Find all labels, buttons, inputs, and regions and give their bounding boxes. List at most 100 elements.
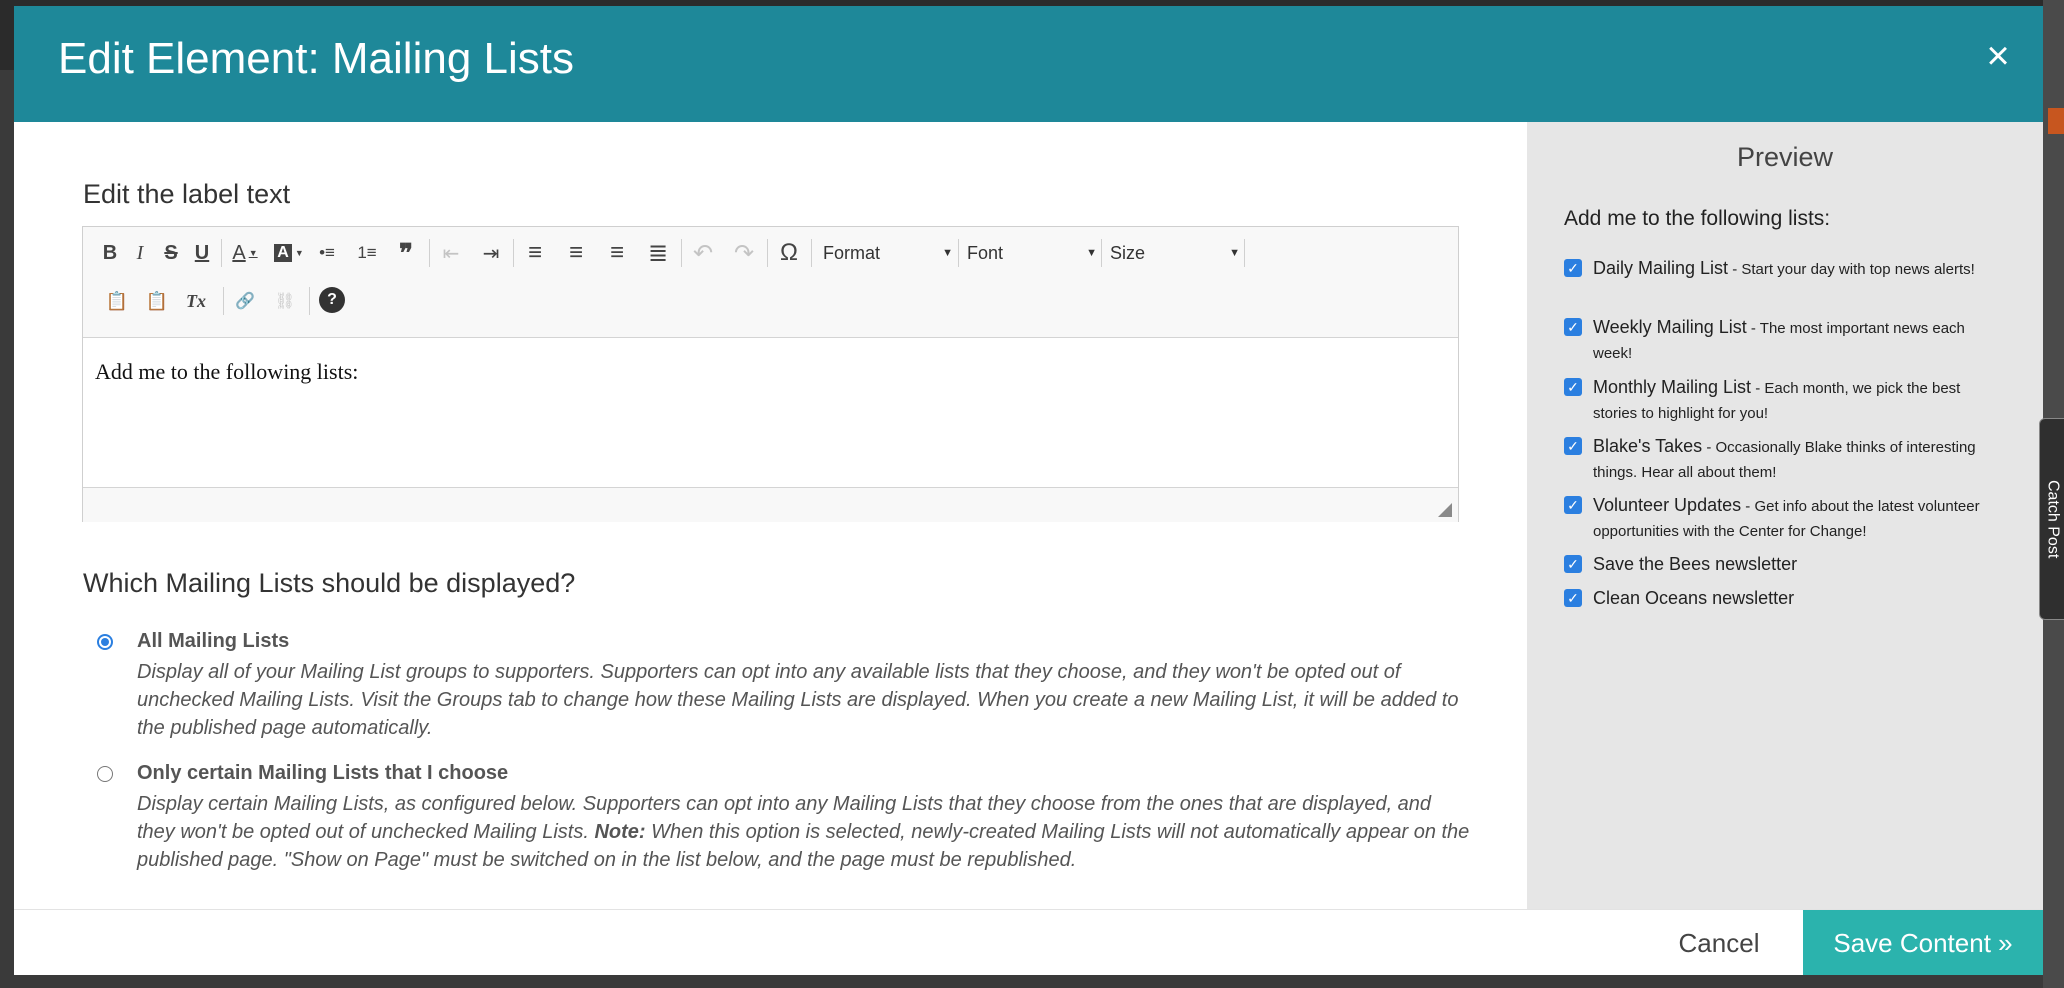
link-button[interactable]: 🔗: [229, 285, 261, 317]
modal-footer: Cancel Save Content »: [14, 909, 2043, 975]
blockquote-button[interactable]: ❞: [390, 237, 422, 269]
help-button[interactable]: ?: [319, 287, 345, 313]
option-title: All Mailing Lists: [137, 630, 290, 652]
side-tab-label: Catch Post: [2044, 479, 2062, 559]
format-dropdown[interactable]: Format ▼: [823, 237, 953, 269]
outdent-icon: ⇤: [442, 242, 460, 265]
checkbox-checked-icon[interactable]: ✓: [1564, 496, 1582, 514]
strikethrough-icon: S: [164, 241, 178, 264]
toolbar-separator: [221, 239, 222, 267]
radio-certain-mailing-lists[interactable]: [97, 766, 113, 782]
bold-button[interactable]: B: [97, 237, 123, 269]
align-left-button[interactable]: ≡: [519, 237, 551, 269]
redo-button[interactable]: ↷: [728, 237, 760, 269]
chevron-down-icon: ▼: [248, 248, 258, 258]
underline-button[interactable]: U: [189, 237, 215, 269]
font-dropdown[interactable]: Font ▼: [967, 237, 1097, 269]
blockquote-icon: ❞: [399, 237, 413, 268]
align-right-icon: ≡: [609, 239, 624, 266]
preview-panel: Preview Add me to the following lists: ✓…: [1527, 122, 2043, 909]
edit-element-modal: Edit Element: Mailing Lists × Edit the l…: [14, 6, 2043, 975]
close-icon[interactable]: ×: [1978, 36, 2018, 76]
toolbar-separator: [513, 239, 514, 267]
toolbar-separator: [811, 239, 812, 267]
paste-text-icon: 📋: [105, 290, 129, 311]
option-description: Display certain Mailing Lists, as config…: [137, 790, 1472, 874]
list-name: Daily Mailing List: [1593, 258, 1729, 278]
resize-handle-icon[interactable]: [1438, 503, 1452, 517]
preview-title: Preview: [1736, 142, 1834, 172]
font-dropdown-label: Font: [967, 242, 1004, 263]
unlink-icon: ⛓: [274, 293, 296, 310]
checkbox-checked-icon[interactable]: ✓: [1564, 259, 1582, 277]
bg-color-button[interactable]: A ▼: [271, 237, 307, 269]
save-content-button[interactable]: Save Content »: [1803, 910, 2043, 975]
chevron-down-icon: ▼: [294, 248, 304, 258]
editor-toolbar: B I S U A ▼ A ▼ •≡ 1≡ ❞ ⇤ ⇥ ≡ ≡ ≡ ≣ ↶ ↷ …: [83, 227, 1458, 338]
bulleted-list-icon: •≡: [319, 243, 335, 262]
justify-icon: ≣: [647, 239, 669, 267]
toolbar-separator: [309, 287, 310, 315]
checkbox-checked-icon[interactable]: ✓: [1564, 378, 1582, 396]
indent-icon: ⇥: [482, 242, 500, 265]
toolbar-separator: [1244, 239, 1245, 267]
paste-word-button[interactable]: 📋: [141, 285, 173, 317]
note-label: Note:: [594, 821, 646, 843]
numbered-list-button[interactable]: 1≡: [351, 237, 383, 269]
list-name: Clean Oceans newsletter: [1593, 588, 1795, 608]
checkbox-checked-icon[interactable]: ✓: [1564, 589, 1582, 607]
indent-button[interactable]: ⇥: [475, 237, 507, 269]
omega-icon: Ω: [780, 239, 798, 266]
rich-text-editor: B I S U A ▼ A ▼ •≡ 1≡ ❞ ⇤ ⇥ ≡ ≡ ≡ ≣ ↶ ↷ …: [82, 226, 1459, 522]
undo-button[interactable]: ↶: [687, 237, 719, 269]
remove-format-button[interactable]: Tx: [179, 285, 213, 317]
list-name: Volunteer Updates: [1593, 495, 1742, 515]
unlink-button[interactable]: ⛓: [269, 285, 301, 317]
italic-button[interactable]: I: [127, 237, 153, 269]
list-name: Weekly Mailing List: [1593, 317, 1747, 337]
editor-status-bar: [83, 487, 1458, 522]
outdent-button[interactable]: ⇤: [435, 237, 467, 269]
checkbox-checked-icon[interactable]: ✓: [1564, 437, 1582, 455]
list-description: - Start your day with top news alerts!: [1728, 261, 1975, 278]
checkbox-checked-icon[interactable]: ✓: [1564, 555, 1582, 573]
bulleted-list-button[interactable]: •≡: [311, 237, 343, 269]
modal-title: Edit Element: Mailing Lists: [58, 34, 574, 83]
align-center-icon: ≡: [568, 239, 583, 266]
justify-button[interactable]: ≣: [642, 237, 674, 269]
special-char-button[interactable]: Ω: [773, 237, 805, 269]
toolbar-separator: [1101, 239, 1102, 267]
toolbar-separator: [681, 239, 682, 267]
option-title: Only certain Mailing Lists that I choose: [137, 762, 509, 784]
link-icon: 🔗: [235, 293, 255, 310]
editor-content-area[interactable]: Add me to the following lists:: [83, 337, 1458, 487]
strikethrough-button[interactable]: S: [158, 237, 184, 269]
align-right-button[interactable]: ≡: [601, 237, 633, 269]
text-color-icon: A: [232, 241, 246, 264]
preview-lead-text: Add me to the following lists:: [1564, 207, 1831, 230]
size-dropdown[interactable]: Size ▼: [1110, 237, 1240, 269]
numbered-list-icon: 1≡: [357, 243, 377, 262]
side-tab[interactable]: Catch Post: [2039, 418, 2064, 620]
checkbox-checked-icon[interactable]: ✓: [1564, 318, 1582, 336]
toolbar-separator: [958, 239, 959, 267]
chevron-down-icon: ▼: [1086, 247, 1097, 259]
toolbar-separator: [429, 239, 430, 267]
list-name: Save the Bees newsletter: [1593, 554, 1798, 574]
text-color-button[interactable]: A ▼: [227, 237, 263, 269]
cancel-button[interactable]: Cancel: [1654, 910, 1784, 975]
list-name: Blake's Takes: [1593, 436, 1703, 456]
redo-icon: ↷: [733, 239, 755, 267]
paste-text-button[interactable]: 📋: [101, 285, 133, 317]
italic-icon: I: [136, 241, 144, 264]
background-color-icon: A: [274, 244, 292, 262]
format-dropdown-label: Format: [823, 242, 881, 263]
modal-header: Edit Element: Mailing Lists ×: [14, 6, 2043, 122]
modal-main-panel: Edit the label text B I S U A ▼ A ▼ •≡ 1≡ …: [14, 122, 1527, 909]
radio-all-mailing-lists[interactable]: [97, 634, 113, 650]
undo-icon: ↶: [692, 239, 714, 267]
chevron-down-icon: ▼: [1229, 247, 1240, 259]
label-text-heading: Edit the label text: [83, 179, 291, 209]
chevron-down-icon: ▼: [942, 247, 953, 259]
align-center-button[interactable]: ≡: [560, 237, 592, 269]
